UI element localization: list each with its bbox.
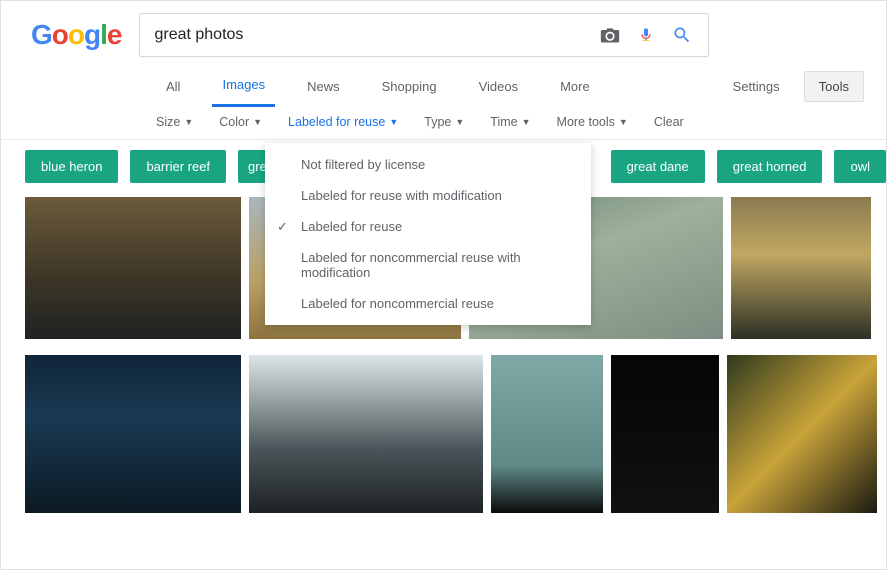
chevron-down-icon: ▼ — [619, 117, 628, 127]
chevron-down-icon: ▼ — [253, 117, 262, 127]
settings-link[interactable]: Settings — [723, 67, 790, 106]
chip[interactable]: blue heron — [25, 150, 118, 183]
logo-letter: l — [100, 19, 107, 50]
chip[interactable]: great dane — [611, 150, 705, 183]
chevron-down-icon: ▼ — [184, 117, 193, 127]
image-result[interactable] — [727, 355, 877, 513]
logo-letter: e — [107, 19, 122, 50]
filter-usage-rights[interactable]: Labeled for reuse▼ — [288, 115, 398, 129]
search-icon[interactable] — [670, 23, 694, 47]
logo-letter: G — [31, 19, 52, 50]
filter-time[interactable]: Time▼ — [490, 115, 530, 129]
tab-videos[interactable]: Videos — [469, 67, 529, 106]
search-input[interactable] — [154, 26, 586, 44]
usage-rights-dropdown: Not filtered by license Labeled for reus… — [265, 143, 591, 325]
header: Google — [1, 1, 886, 65]
chevron-down-icon: ▼ — [389, 117, 398, 127]
dropdown-option[interactable]: Not filtered by license — [265, 149, 591, 180]
filter-type[interactable]: Type▼ — [424, 115, 464, 129]
chip[interactable]: owl — [834, 150, 886, 183]
logo-letter: o — [52, 19, 68, 50]
tab-shopping[interactable]: Shopping — [372, 67, 447, 106]
camera-icon[interactable] — [598, 23, 622, 47]
image-result[interactable] — [491, 355, 603, 513]
logo-letter: g — [84, 19, 100, 50]
image-result[interactable] — [611, 355, 719, 513]
logo-letter: o — [68, 19, 84, 50]
tab-news[interactable]: News — [297, 67, 350, 106]
dropdown-option[interactable]: Labeled for noncommercial reuse — [265, 288, 591, 319]
filter-size[interactable]: Size▼ — [156, 115, 193, 129]
filter-more-tools[interactable]: More tools▼ — [557, 115, 628, 129]
chevron-down-icon: ▼ — [522, 117, 531, 127]
tab-more[interactable]: More — [550, 67, 600, 106]
dropdown-option-selected[interactable]: ✓Labeled for reuse — [265, 211, 591, 242]
dropdown-option[interactable]: Labeled for noncommercial reuse with mod… — [265, 242, 591, 288]
google-logo[interactable]: Google — [31, 19, 121, 51]
tab-all[interactable]: All — [156, 67, 190, 106]
tab-images[interactable]: Images — [212, 65, 275, 107]
search-box[interactable] — [139, 13, 709, 57]
tools-button[interactable]: Tools — [804, 71, 864, 102]
filter-clear[interactable]: Clear — [654, 115, 684, 129]
chip[interactable]: barrier reef — [130, 150, 226, 183]
mic-icon[interactable] — [634, 23, 658, 47]
image-result[interactable] — [249, 355, 483, 513]
nav-tabs: All Images News Shopping Videos More Set… — [1, 65, 886, 107]
check-icon: ✓ — [277, 219, 288, 235]
filter-color[interactable]: Color▼ — [219, 115, 262, 129]
image-result[interactable] — [25, 355, 241, 513]
image-result[interactable] — [731, 197, 871, 339]
tools-filter-row: Size▼ Color▼ Labeled for reuse▼ Type▼ Ti… — [1, 107, 886, 140]
chip[interactable]: great horned — [717, 150, 823, 183]
dropdown-option[interactable]: Labeled for reuse with modification — [265, 180, 591, 211]
image-result[interactable] — [25, 197, 241, 339]
chevron-down-icon: ▼ — [455, 117, 464, 127]
